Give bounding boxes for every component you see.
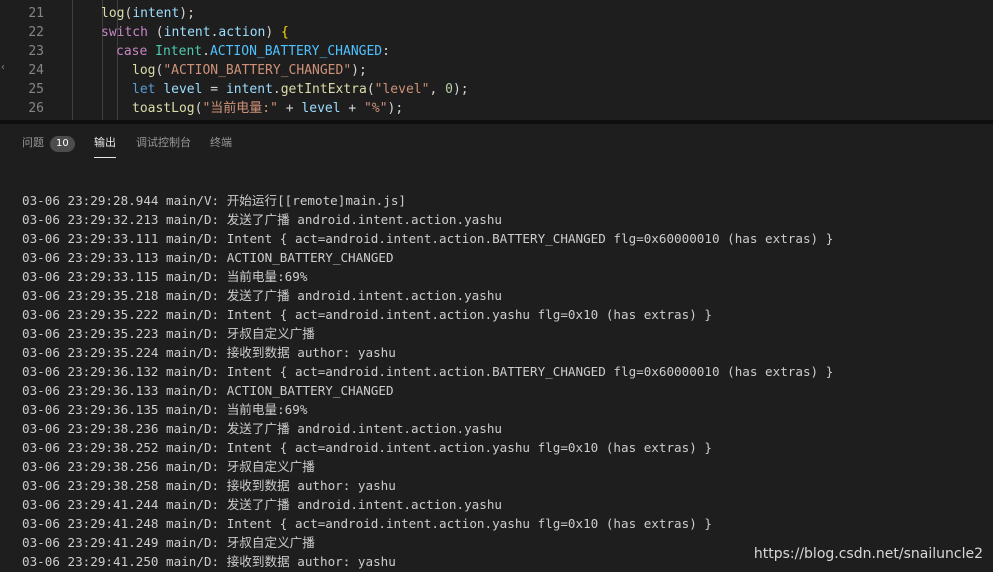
code-token: action <box>218 25 266 40</box>
problems-count-badge: 10 <box>50 136 75 152</box>
log-line: 03-06 23:29:41.248 main/D: Intent { act=… <box>22 516 712 531</box>
log-line: 03-06 23:29:32.213 main/D: 发送了广播 android… <box>22 212 502 227</box>
code-token: "%" <box>364 101 388 116</box>
log-line: 03-06 23:29:41.249 main/D: 牙叔自定义广播 <box>22 535 315 550</box>
line-number: 25 <box>28 82 44 97</box>
code-token: toastLog <box>132 101 195 116</box>
code-token: ); <box>387 101 404 116</box>
code-token: ( <box>366 82 375 97</box>
code-line[interactable]: 25 let level = intent.getIntExtra("level"… <box>0 80 993 99</box>
code-token: ( <box>147 25 164 40</box>
log-line: 03-06 23:29:41.250 main/D: 接收到数据 author:… <box>22 554 396 569</box>
log-line: 03-06 23:29:35.224 main/D: 接收到数据 author:… <box>22 345 396 360</box>
code-token: ); <box>179 6 195 21</box>
tab-terminal[interactable]: 终端 <box>210 135 232 157</box>
code-token: . <box>272 82 281 97</box>
code-token: case <box>116 44 156 59</box>
line-number: 26 <box>28 101 44 116</box>
tab-output[interactable]: 输出 <box>94 135 116 158</box>
code-token: level <box>163 82 203 97</box>
code-text: let level = intent.getIntExtra("level", … <box>132 80 469 99</box>
log-line: 03-06 23:29:38.236 main/D: 发送了广播 android… <box>22 421 502 436</box>
code-token: "level" <box>374 82 430 97</box>
code-token: getIntExtra <box>280 82 367 97</box>
code-token: = <box>202 82 226 97</box>
log-line: 03-06 23:29:36.133 main/D: ACTION_BATTER… <box>22 383 394 398</box>
code-line[interactable]: 23 case Intent.ACTION_BATTERY_CHANGED: <box>0 42 993 61</box>
line-number: 24 <box>28 63 44 78</box>
code-text: log(intent); <box>101 4 195 23</box>
code-token: ); <box>452 82 469 97</box>
code-token: log <box>101 6 125 21</box>
code-token: level <box>301 101 341 116</box>
code-token: ) <box>265 25 282 40</box>
code-line[interactable]: 22 switch (intent.action) { <box>0 23 993 42</box>
log-line: 03-06 23:29:38.256 main/D: 牙叔自定义广播 <box>22 459 315 474</box>
code-text: switch (intent.action) { <box>101 23 289 42</box>
code-token: ACTION_BATTERY_CHANGED <box>209 44 383 59</box>
code-text: case Intent.ACTION_BATTERY_CHANGED: <box>116 42 390 61</box>
log-line: 03-06 23:29:38.258 main/D: 接收到数据 author:… <box>22 478 396 493</box>
code-token: { <box>281 25 289 40</box>
code-editor[interactable]: ‹ 21 log(intent); 22 switch (intent.action)… <box>0 0 993 120</box>
line-number: 21 <box>28 6 44 21</box>
code-text: toastLog("当前电量:" + level + "%"); <box>132 99 403 118</box>
watermark: https://blog.csdn.net/snailuncle2 <box>753 546 983 562</box>
code-token: intent <box>225 82 273 97</box>
log-line: 03-06 23:29:41.244 main/D: 发送了广播 android… <box>22 497 502 512</box>
code-text: log("ACTION_BATTERY_CHANGED"); <box>132 61 367 80</box>
output-panel: 问题 10 输出 调试控制台 终端 03-06 23:29:28.944 main… <box>0 124 993 572</box>
code-token: switch <box>101 25 148 40</box>
log-line: 03-06 23:29:33.115 main/D: 当前电量:69% <box>22 269 308 284</box>
code-token: 0 <box>445 82 453 97</box>
tab-debug-console[interactable]: 调试控制台 <box>136 135 191 157</box>
code-line[interactable]: 24 log("ACTION_BATTERY_CHANGED"); <box>0 61 993 80</box>
log-line: 03-06 23:29:33.111 main/D: Intent { act=… <box>22 231 834 246</box>
log-line: 03-06 23:29:35.218 main/D: 发送了广播 android… <box>22 288 502 303</box>
code-token: + <box>340 101 365 116</box>
code-token: intent <box>163 25 211 40</box>
code-line[interactable]: 26 toastLog("当前电量:" + level + "%"); <box>0 99 993 118</box>
line-number: 23 <box>28 44 44 59</box>
code-token: intent <box>132 6 180 21</box>
code-token: log <box>132 63 156 78</box>
log-line: 03-06 23:29:28.944 main/V: 开始运行[[remote]… <box>22 193 406 208</box>
code-token: . <box>202 44 210 59</box>
output-log[interactable]: 03-06 23:29:28.944 main/V: 开始运行[[remote]… <box>22 191 833 571</box>
line-number: 22 <box>28 25 44 40</box>
log-line: 03-06 23:29:35.223 main/D: 牙叔自定义广播 <box>22 326 315 341</box>
code-token: Intent <box>155 44 203 59</box>
panel-tabs: 问题 10 输出 调试控制台 终端 <box>0 124 993 162</box>
log-line: 03-06 23:29:38.252 main/D: Intent { act=… <box>22 440 712 455</box>
log-line: 03-06 23:29:36.132 main/D: Intent { act=… <box>22 364 834 379</box>
log-line: 03-06 23:29:35.222 main/D: Intent { act=… <box>22 307 712 322</box>
code-token: ); <box>351 63 367 78</box>
code-token: + <box>277 101 302 116</box>
code-token: "ACTION_BATTERY_CHANGED" <box>163 63 352 78</box>
log-line: 03-06 23:29:33.113 main/D: ACTION_BATTER… <box>22 250 394 265</box>
code-token: "当前电量:" <box>202 101 278 116</box>
code-line[interactable]: 21 log(intent); <box>0 4 993 23</box>
log-line: 03-06 23:29:36.135 main/D: 当前电量:69% <box>22 402 308 417</box>
tab-problems[interactable]: 问题 10 <box>22 135 75 157</box>
code-token: , <box>429 82 446 97</box>
code-token: let <box>132 82 164 97</box>
code-token: : <box>382 44 390 59</box>
